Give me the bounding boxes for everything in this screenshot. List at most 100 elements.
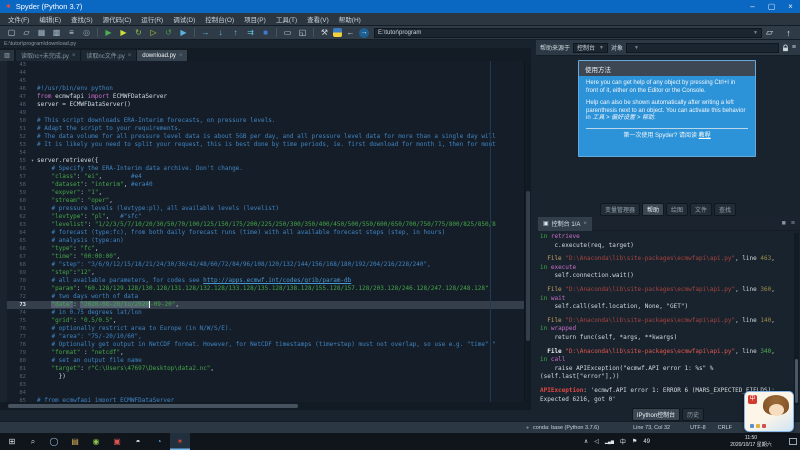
code-line[interactable]: 51# Adapt the script to your requirement… [0,125,531,133]
code-line[interactable]: 71 "param": "60.128/129.128/130.128/131.… [0,285,531,293]
menu-run[interactable]: 运行(R) [136,14,168,24]
pane-tab-plots[interactable]: 绘图 [666,203,688,216]
tools-wrench-icon[interactable]: ⚒ [318,27,331,39]
code-line[interactable]: 68 # "step": "3/6/9/12/15/18/21/24/30/36… [0,261,531,269]
code-line[interactable]: 64 # forecast (type:fc), from both daily… [0,229,531,237]
help-object-input[interactable]: ▼ [626,43,779,53]
debug-file-icon[interactable]: ▶ [177,27,190,39]
code-line[interactable]: 54 [0,149,531,157]
code-line[interactable]: 78 # Optionally get output in NetCDF for… [0,341,531,349]
pane-tab-files[interactable]: 文件 [690,203,712,216]
parent-directory-icon[interactable]: ↑ [782,27,795,39]
code-line[interactable]: 75 "grid": "0.5/0.5", [0,317,531,325]
code-line[interactable]: 46#!/usr/bin/env python [0,85,531,93]
code-editor[interactable]: 43444546#!/usr/bin/env python47from ecmw… [0,61,531,405]
taskbar-search-icon[interactable]: ⌕ [23,433,43,450]
pane-tab-ipython-console[interactable]: IPython控制台 [632,408,680,421]
taskbar-start-icon[interactable]: ⊞ [2,433,22,450]
file-switcher-icon[interactable]: ≡ [65,27,78,39]
code-line[interactable]: 58 "dataset": "interim", #era40 [0,181,531,189]
code-line[interactable]: 47from ecmwfapi import ECMWFDataServer [0,93,531,101]
browse-tabs-icon[interactable]: ▥ [0,50,14,61]
code-line[interactable]: 56 # Specify the ERA-Interim data archiv… [0,165,531,173]
pane-options-menu-icon[interactable]: ≡ [791,220,795,227]
pane-tab-variable-explorer[interactable]: 变量管理器 [600,203,640,216]
code-line[interactable]: 77 # "area": "75/-20/10/60", [0,333,531,341]
code-line[interactable]: 43 [0,61,531,69]
code-line[interactable]: 83 [0,381,531,389]
menu-projects[interactable]: 项目(P) [239,14,271,24]
code-line[interactable]: 82 }) [0,373,531,381]
menu-source[interactable]: 源代码(C) [98,14,137,24]
maximize-button[interactable]: ▢ [762,0,781,13]
rerun-last-icon[interactable]: ↺ [162,27,175,39]
pane-tab-help[interactable]: 帮助 [642,203,664,216]
tab-close-icon[interactable]: × [583,221,587,227]
pane-tab-history[interactable]: 历史 [682,408,704,421]
code-line[interactable]: 55▾server.retrieve({ [0,157,531,165]
console-tab[interactable]: ▣ 控制台 1/A × [538,217,592,231]
lock-icon[interactable] [782,44,789,52]
continue-icon[interactable]: ⇉ [244,27,257,39]
taskbar-app-red-icon[interactable]: ▣ [107,433,127,450]
taskbar-clock[interactable]: 11:50 2020/10/17 星期六 [718,435,784,448]
taskbar-qq-icon[interactable]: ◓ [128,433,148,450]
run-cell-icon[interactable]: ▶ [117,27,130,39]
menu-view[interactable]: 查看(V) [302,14,334,24]
editor-tab[interactable]: 读取nc文件.py× [81,50,137,61]
menu-consoles[interactable]: 控制台(O) [200,14,239,24]
tab-close-icon[interactable]: × [179,53,183,59]
code-line[interactable]: 67 "time": "00:00:00", [0,253,531,261]
forward-icon[interactable]: → [359,28,369,38]
tab-close-icon[interactable]: × [72,53,76,59]
menu-search[interactable]: 查找(S) [66,14,98,24]
code-line[interactable]: 76 # optionally restrict area to Europe … [0,325,531,333]
code-line[interactable]: 48server = ECMWFDataServer() [0,101,531,109]
editor-horizontal-scrollbar[interactable] [0,402,531,410]
code-line[interactable]: 60 "stream": "oper", [0,197,531,205]
code-line[interactable]: 72 # two days worth of data [0,293,531,301]
code-line[interactable]: 79 "format" : "netcdf", [0,349,531,357]
menu-debug[interactable]: 调试(D) [168,14,200,24]
tutorial-link[interactable]: 教程 [699,133,711,139]
fold-indicator-icon[interactable]: ▾ [28,157,37,165]
code-line[interactable]: 59 "expver": "1", [0,189,531,197]
editor-tab[interactable]: download.py× [137,50,188,61]
step-out-icon[interactable]: ↑ [229,27,242,39]
tray-network-icon[interactable]: ▂▄▆ [605,439,614,444]
code-line[interactable]: 50# This script downloads ERA-Interim fo… [0,117,531,125]
menu-help[interactable]: 帮助(H) [334,14,366,24]
python-path-icon[interactable] [333,28,342,37]
close-button[interactable]: × [781,0,800,13]
code-line[interactable]: 84 [0,389,531,397]
code-line[interactable]: 81 "target": r"C:\Users\47697\Desktop\da… [0,365,531,373]
stop-debug-icon[interactable]: ■ [259,27,272,39]
code-line[interactable]: 49 [0,109,531,117]
code-line[interactable]: 61 # pressure levels (levtype:pl), all a… [0,205,531,213]
console-pane-body[interactable]: in retrieve c.execute(req, target) File … [536,231,800,407]
code-line[interactable]: 70 # all available parameters, for codes… [0,277,531,285]
tray-volume-icon[interactable]: ◁ [594,438,599,445]
taskbar-browser-blue-icon[interactable]: ◔ [149,433,169,450]
pane-tab-find[interactable]: 查找 [714,203,736,216]
code-line[interactable]: 52# The data volume for all pressure lev… [0,133,531,141]
code-line[interactable]: 44 [0,69,531,77]
save-icon[interactable]: ▦ [35,27,48,39]
browse-directory-icon[interactable]: ▱ [763,27,776,39]
code-line[interactable]: 63 "levelist": "1/2/3/5/7/10/20/30/50/70… [0,221,531,229]
code-line[interactable]: 73 "date": "2020-08-20/to/2020-09-20", [0,301,531,309]
code-line[interactable]: 57 "class": "ei", #e4 [0,173,531,181]
open-file-icon[interactable]: ▱ [20,27,33,39]
code-line[interactable]: 69 "step":"12", [0,269,531,277]
pane-options-menu-icon[interactable]: ≡ [792,44,796,51]
run-file-icon[interactable]: ▶ [102,27,115,39]
code-line[interactable]: 45 [0,77,531,85]
notification-center-icon[interactable] [789,438,797,445]
taskbar-browser-360-icon[interactable]: ◉ [86,433,106,450]
editor-vertical-scrollbar[interactable] [524,61,531,405]
interrupt-kernel-icon[interactable]: ■ [782,220,786,227]
run-selection-icon[interactable]: ▷ [147,27,160,39]
tab-close-icon[interactable]: × [128,53,132,59]
taskbar-file-explorer-icon[interactable]: ▤ [65,433,85,450]
code-line[interactable]: 62 "levtype": "pl", #"sfc" [0,213,531,221]
